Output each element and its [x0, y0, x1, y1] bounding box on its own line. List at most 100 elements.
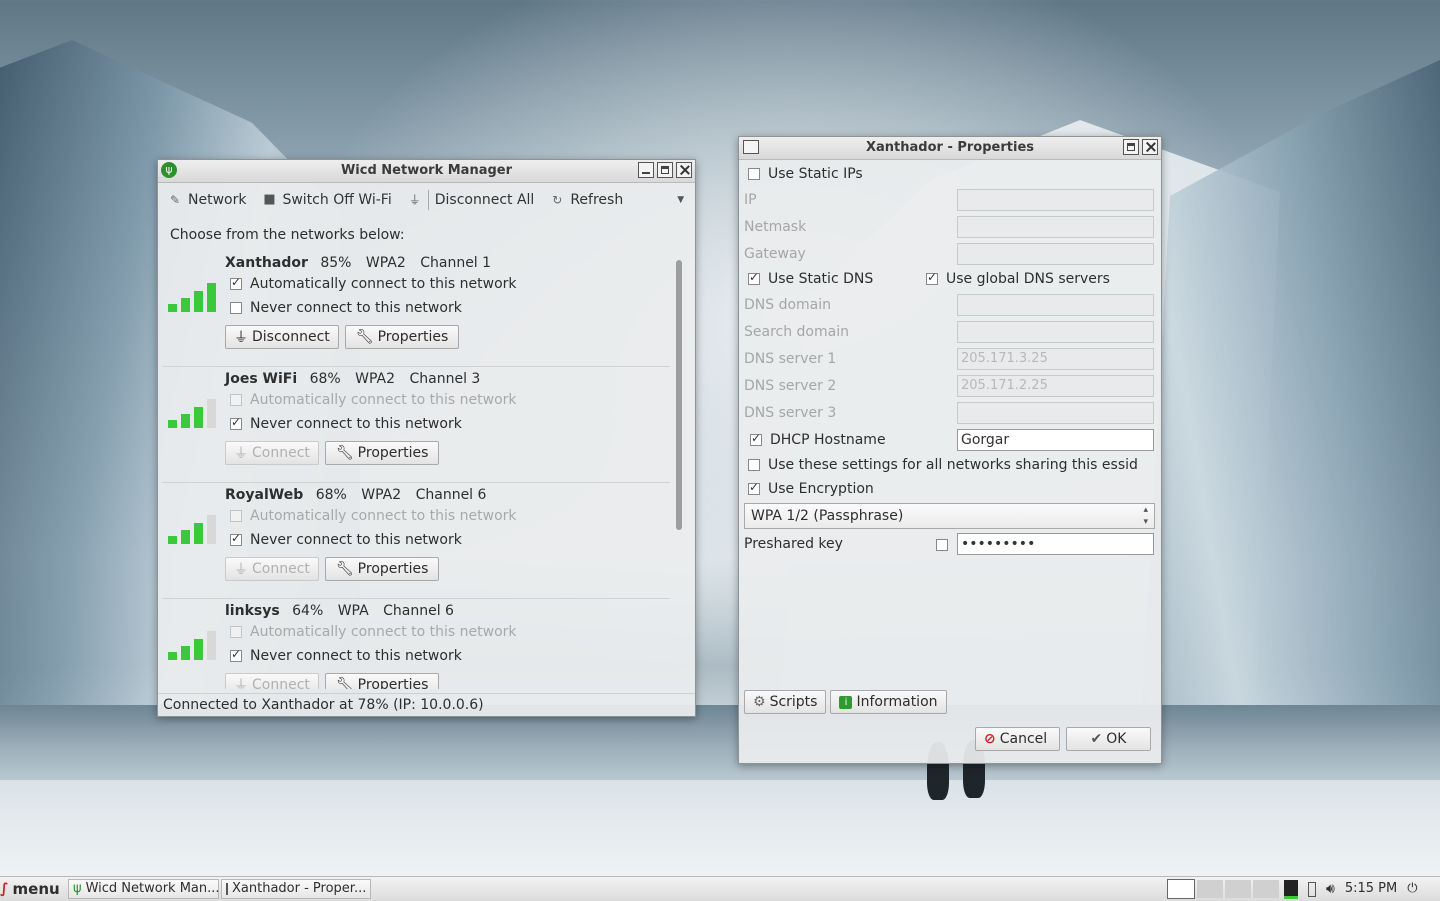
taskbar-task-wicd[interactable]: ψ Wicd Network Man... — [68, 879, 220, 899]
gear-icon: ⚙ — [753, 694, 766, 710]
taskbar: ∫ menu ψ Wicd Network Man... Xanthador - … — [0, 876, 1440, 901]
workspace-switcher[interactable] — [1167, 879, 1279, 899]
dns-domain-field[interactable] — [957, 294, 1154, 316]
checkbox[interactable] — [748, 168, 760, 180]
signal-bar — [168, 304, 177, 312]
never-connect-checkbox[interactable]: Never connect to this network — [230, 531, 462, 548]
use-global-dns-label: Use global DNS servers — [946, 271, 1110, 287]
ok-button[interactable]: ✔ OK — [1066, 727, 1151, 751]
checkbox[interactable] — [230, 415, 242, 430]
use-static-dns-checkbox[interactable]: Use Static DNS — [748, 270, 873, 287]
maximize-button[interactable] — [657, 162, 673, 178]
network-security: WPA2 — [361, 487, 402, 503]
volume-icon[interactable]: 🔊︎ — [1326, 879, 1335, 899]
checkbox[interactable] — [230, 302, 242, 314]
plug-icon: ⏚ — [234, 446, 248, 462]
encryption-type-select[interactable]: WPA 1/2 (Passphrase) ▴ ▾ — [744, 503, 1155, 529]
auto-connect-checkbox[interactable]: Automatically connect to this network — [230, 624, 517, 640]
gateway-field[interactable] — [957, 243, 1154, 265]
checkbox[interactable] — [750, 431, 762, 446]
properties-button[interactable]: 🔧︎ Properties — [344, 325, 460, 349]
netmask-field[interactable] — [957, 216, 1154, 238]
checkbox[interactable] — [748, 480, 760, 495]
switch-off-wifi-button[interactable]: ■ Switch Off Wi-Fi — [262, 192, 391, 208]
connect-button[interactable]: ⏚ Connect — [225, 673, 319, 689]
workspace-3[interactable] — [1225, 880, 1251, 898]
signal-bar — [194, 407, 203, 428]
dhcp-hostname-checkbox[interactable]: DHCP Hostname — [750, 431, 886, 448]
checkbox[interactable] — [926, 270, 938, 285]
properties-button[interactable]: 🔧︎ Properties — [324, 673, 440, 689]
information-button[interactable]: i Information — [830, 690, 947, 714]
auto-connect-checkbox[interactable]: Automatically connect to this network — [230, 508, 517, 524]
use-for-all-label: Use these settings for all networks shar… — [768, 457, 1138, 473]
network-strength: 68% — [315, 487, 347, 503]
connect-button[interactable]: ⏚ Connect — [225, 441, 319, 465]
auto-connect-label: Automatically connect to this network — [250, 392, 517, 408]
search-domain-field[interactable] — [957, 321, 1154, 343]
plug-icon: ⏚ — [234, 562, 248, 578]
show-key-checkbox[interactable] — [936, 539, 948, 551]
never-connect-checkbox[interactable]: Never connect to this network — [230, 647, 462, 664]
signal-strength-icon — [168, 512, 220, 544]
network-tray-icon[interactable] — [1284, 879, 1298, 899]
scripts-button[interactable]: ⚙ Scripts — [744, 690, 827, 714]
connect-button[interactable]: ⏚ Connect — [225, 557, 319, 581]
close-button[interactable] — [1142, 139, 1158, 155]
cancel-label: Cancel — [999, 731, 1048, 747]
refresh-label: Refresh — [570, 192, 624, 208]
auto-connect-checkbox[interactable]: Automatically connect to this network — [230, 275, 517, 292]
checkbox[interactable] — [748, 459, 760, 471]
checkbox[interactable] — [748, 270, 760, 285]
checkbox[interactable] — [230, 531, 242, 546]
toolbar-overflow-icon[interactable]: ▼ — [677, 195, 684, 205]
use-static-ips-checkbox[interactable]: Use Static IPs — [748, 166, 863, 182]
checkbox[interactable] — [230, 626, 242, 638]
disconnect-button[interactable]: ⏚ Disconnect — [225, 325, 339, 349]
checkbox[interactable] — [230, 510, 242, 522]
menu-button[interactable]: ∫ menu — [0, 879, 60, 899]
minimize-button[interactable] — [638, 162, 654, 178]
auto-connect-checkbox[interactable]: Automatically connect to this network — [230, 392, 517, 408]
workspace-1[interactable] — [1167, 879, 1195, 899]
updown-arrows-icon: ▴ ▾ — [1143, 505, 1148, 527]
dns-server-1-field[interactable]: 205.171.3.25 — [957, 348, 1154, 370]
signal-bar — [168, 536, 177, 544]
dns-server-2-field[interactable]: 205.171.2.25 — [957, 375, 1154, 397]
never-connect-label: Never connect to this network — [250, 416, 462, 432]
battery-icon[interactable] — [1308, 881, 1316, 897]
clock[interactable]: 5:15 PM — [1345, 879, 1397, 899]
dhcp-hostname-field[interactable]: Gorgar — [957, 429, 1154, 451]
checkbox[interactable] — [230, 647, 242, 662]
use-encryption-checkbox[interactable]: Use Encryption — [748, 480, 874, 497]
properties-button[interactable]: 🔧︎ Properties — [324, 441, 440, 465]
checkmark-icon: ✔ — [1090, 731, 1103, 747]
dhcp-hostname-label: DHCP Hostname — [770, 432, 886, 448]
disconnect-all-button[interactable]: ⏚ Disconnect All — [408, 190, 534, 210]
ip-field[interactable] — [957, 189, 1154, 211]
never-connect-checkbox[interactable]: Never connect to this network — [230, 415, 462, 432]
checkbox[interactable] — [230, 275, 242, 290]
dns-server-3-field[interactable] — [957, 402, 1154, 424]
network-list-scrollbar[interactable] — [676, 260, 682, 530]
workspace-4[interactable] — [1253, 880, 1279, 898]
network-button[interactable]: ✎ Network — [168, 192, 247, 208]
info-icon: i — [839, 695, 853, 709]
properties-label: Properties — [357, 677, 429, 689]
wicd-titlebar[interactable]: ψ Wicd Network Manager — [158, 160, 695, 183]
taskbar-task-properties[interactable]: Xanthador - Proper... — [221, 879, 371, 899]
close-button[interactable] — [676, 162, 692, 178]
properties-button[interactable]: 🔧︎ Properties — [324, 557, 440, 581]
refresh-button[interactable]: ↻ Refresh — [550, 192, 623, 208]
use-for-all-checkbox[interactable]: Use these settings for all networks shar… — [748, 457, 1138, 473]
maximize-button[interactable] — [1123, 139, 1139, 155]
use-global-dns-checkbox[interactable]: Use global DNS servers — [926, 270, 1110, 287]
workspace-2[interactable] — [1197, 880, 1223, 898]
properties-titlebar[interactable]: Xanthador - Properties — [739, 137, 1161, 160]
cancel-button[interactable]: ⊘ Cancel — [975, 727, 1060, 751]
never-connect-checkbox[interactable]: Never connect to this network — [230, 300, 462, 316]
checkbox[interactable] — [230, 394, 242, 406]
preshared-key-field[interactable]: ••••••••• — [957, 533, 1154, 555]
power-icon[interactable]: ⏻ — [1407, 879, 1417, 899]
network-header: Joes WiFi 68% WPA2 Channel 3 — [225, 371, 490, 387]
